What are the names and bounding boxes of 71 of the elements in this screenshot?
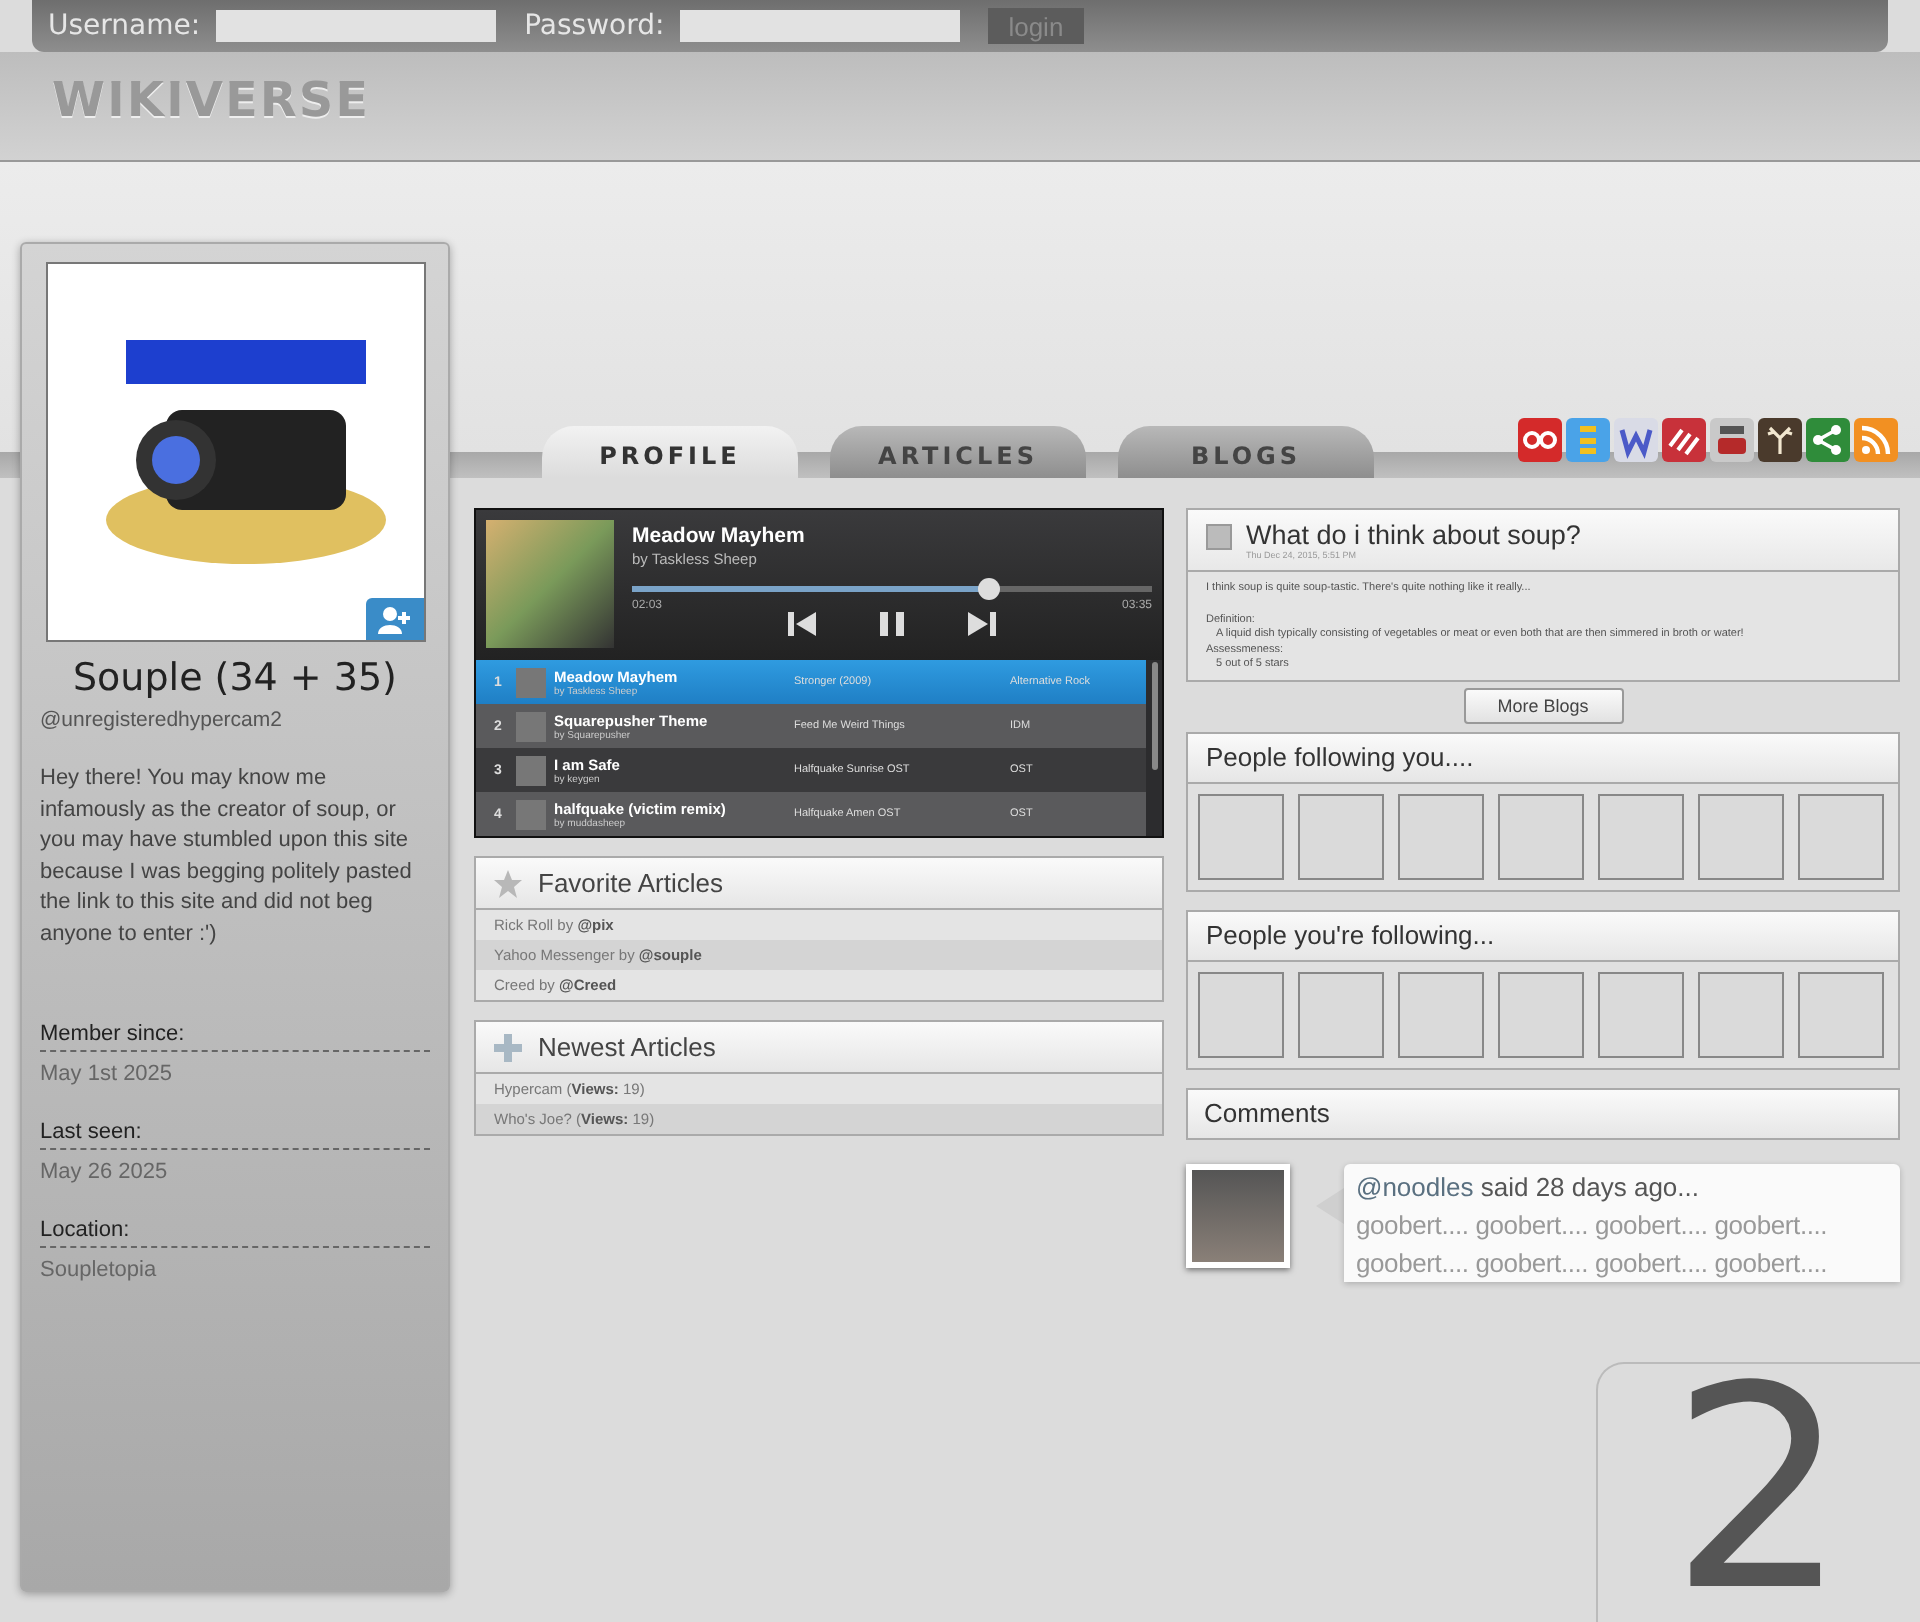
more-blogs-button[interactable]: More Blogs <box>1463 687 1623 723</box>
username-field[interactable] <box>216 10 497 42</box>
photo-placeholder <box>1192 1169 1284 1261</box>
next-button[interactable] <box>968 612 996 636</box>
avatar-slot[interactable] <box>1198 793 1284 879</box>
fact-value: May 26 2025 <box>40 1160 170 1184</box>
avatar-slot[interactable] <box>1298 971 1384 1057</box>
password-field[interactable] <box>680 10 961 42</box>
track-thumbnail <box>516 711 546 741</box>
avatar-slot[interactable] <box>1698 971 1784 1057</box>
avatar-slot[interactable] <box>1798 793 1884 879</box>
password-label: Password: <box>524 10 665 42</box>
blog-icon <box>1206 524 1232 550</box>
track-title: Meadow Mayhem <box>632 524 807 548</box>
previous-button[interactable] <box>788 612 816 636</box>
panel-title: Favorite Articles <box>538 868 723 898</box>
avatar-slot[interactable] <box>1598 971 1684 1057</box>
zigzag-icon[interactable] <box>1614 418 1658 462</box>
avatar-slot[interactable] <box>1498 971 1584 1057</box>
fact-label: Last seen: <box>40 1120 430 1150</box>
pause-button[interactable] <box>880 612 904 636</box>
previous-icon <box>788 612 816 636</box>
track-thumbnail <box>516 667 546 697</box>
avatar-slot[interactable] <box>1798 971 1884 1057</box>
tab[interactable]: PROFILE <box>542 426 798 478</box>
page-number: 2 <box>1596 1362 1920 1622</box>
panel-title: People following you.... <box>1188 733 1898 783</box>
blog-title[interactable]: What do i think about soup? <box>1246 520 1581 550</box>
commenter-avatar[interactable] <box>1186 1163 1290 1267</box>
add-user-icon <box>378 605 410 633</box>
username-label: Username: <box>48 10 201 42</box>
track-thumbnail <box>516 755 546 785</box>
profile-handle: @unregisteredhypercam2 <box>40 708 284 732</box>
fact-label: Location: <box>40 1218 430 1248</box>
panel-title: Newest Articles <box>538 1032 716 1062</box>
album-cover <box>486 520 614 648</box>
antlers-icon[interactable] <box>1758 418 1802 462</box>
avatar-slot[interactable] <box>1298 793 1384 879</box>
avatar-slot[interactable] <box>1498 793 1584 879</box>
circles-icon[interactable] <box>1518 418 1562 462</box>
profile-bio: Hey there! You may know me infamously as the creator of soup, or you may have stumbled upon this site because I was begging politely pasted the link to this site and did not beg anyone to enter :') <box>40 764 414 949</box>
fact-label: Member since: <box>40 1022 430 1052</box>
fact-value: Soupletopia <box>40 1258 159 1282</box>
rss-icon[interactable] <box>1854 418 1898 462</box>
avatar-slot[interactable] <box>1598 793 1684 879</box>
comments-title: Comments <box>1186 1087 1900 1139</box>
panel-title: People you're following... <box>1188 911 1898 961</box>
profile-name: Souple (34 + 35) <box>71 656 399 700</box>
comment-text: goobert.... goobert.... goobert.... goobert.... <box>1356 1247 1830 1277</box>
star-icon <box>494 869 522 897</box>
share-icon[interactable] <box>1806 418 1850 462</box>
avatar-slot[interactable] <box>1698 793 1784 879</box>
avatar-slot[interactable] <box>1398 793 1484 879</box>
fact-value: May 1st 2025 <box>40 1062 175 1086</box>
pause-icon <box>880 612 904 636</box>
comment-author[interactable]: @noodles <box>1356 1171 1474 1201</box>
track-thumbnail <box>516 799 546 829</box>
avatar-slot[interactable] <box>1198 971 1284 1057</box>
plus-icon <box>494 1033 522 1061</box>
speech-pointer-icon <box>1316 1187 1344 1223</box>
avatar-slot[interactable] <box>1398 971 1484 1057</box>
comment-text: goobert.... goobert.... goobert.... goobert.... <box>1356 1209 1830 1239</box>
next-icon <box>968 612 996 636</box>
tab[interactable]: ARTICLES <box>830 426 1086 478</box>
screen-icon[interactable] <box>1710 418 1754 462</box>
scrollbar[interactable] <box>1152 662 1158 770</box>
comment-time: said 28 days ago... <box>1478 1171 1699 1201</box>
tab[interactable]: BLOGS <box>1118 426 1374 478</box>
stripes-icon[interactable] <box>1662 418 1706 462</box>
add-friend-button[interactable] <box>365 598 423 640</box>
progress-thumb[interactable] <box>978 578 1001 600</box>
